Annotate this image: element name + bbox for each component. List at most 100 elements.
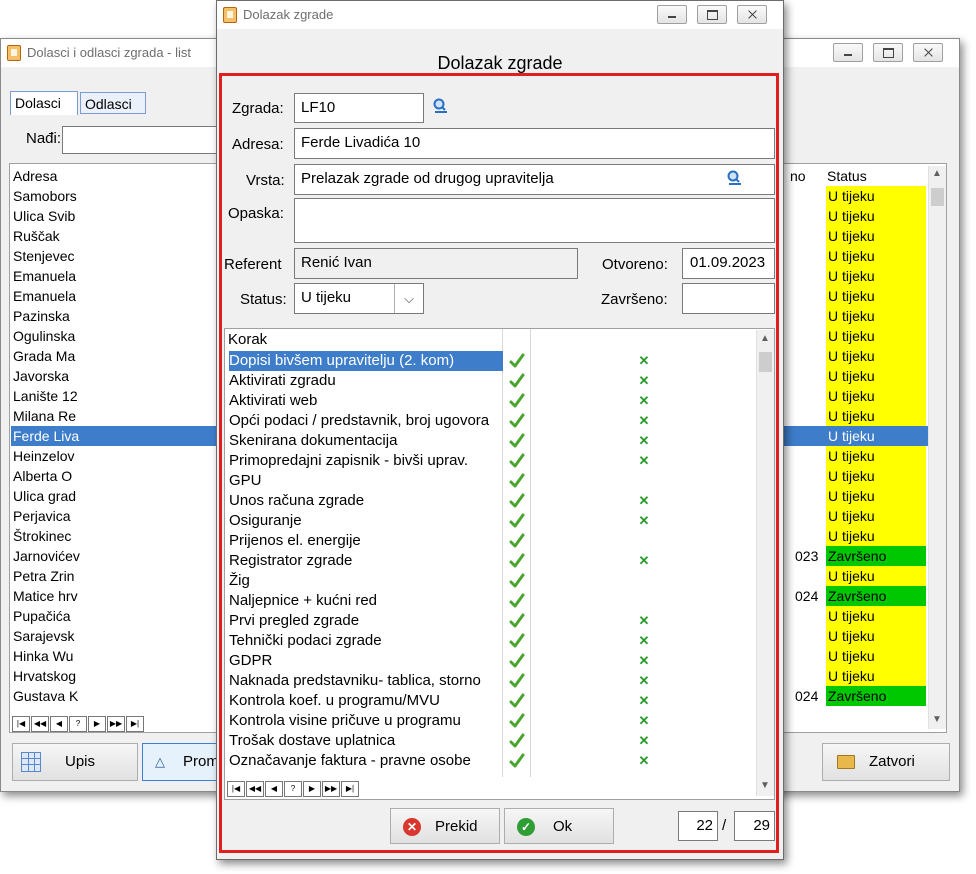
list-item[interactable]: Opći podaci / predstavnik, broj ugovora ✕ <box>226 411 750 431</box>
nav-prev-icon[interactable]: ◀ <box>50 716 68 732</box>
x-mark-icon[interactable]: ✕ <box>637 491 651 511</box>
zavrseno-field[interactable] <box>682 283 775 314</box>
maximize-button[interactable] <box>873 43 903 62</box>
checkmark-icon[interactable] <box>509 753 525 769</box>
list-item[interactable]: Trošak dostave uplatnica ✕ <box>226 731 750 751</box>
nav-find-icon[interactable]: ? <box>69 716 87 732</box>
checkmark-icon[interactable] <box>509 633 525 649</box>
list-item[interactable]: Prijenos el. energije <box>226 531 750 551</box>
grid-nav-next-icon[interactable]: ▶ <box>303 781 321 797</box>
grid-scroll-down-icon[interactable]: ▼ <box>760 780 770 791</box>
checkmark-icon[interactable] <box>509 673 525 689</box>
grid-nav-prev-icon[interactable]: ◀ <box>265 781 283 797</box>
nav-next-page-icon[interactable]: ▶▶ <box>107 716 125 732</box>
checkmark-icon[interactable] <box>509 553 525 569</box>
dialog-close-button[interactable] <box>737 5 767 24</box>
vrsta-search-icon[interactable] <box>726 170 742 186</box>
list-item[interactable]: GDPR ✕ <box>226 651 750 671</box>
nav-next-icon[interactable]: ▶ <box>88 716 106 732</box>
grid-scroll-up-icon[interactable]: ▲ <box>760 333 770 344</box>
grid-scroll-thumb[interactable] <box>759 352 772 372</box>
upis-button[interactable]: Upis <box>12 743 138 781</box>
scroll-thumb[interactable] <box>931 188 944 206</box>
x-mark-icon[interactable]: ✕ <box>637 411 651 431</box>
zatvori-button[interactable]: Zatvori <box>822 743 950 781</box>
column-header-date[interactable]: no <box>790 166 806 186</box>
checkmark-icon[interactable] <box>509 453 525 469</box>
grid-nav-first-icon[interactable]: |◀ <box>227 781 245 797</box>
checkmark-icon[interactable] <box>509 393 525 409</box>
checkmark-icon[interactable] <box>509 653 525 669</box>
x-mark-icon[interactable]: ✕ <box>637 671 651 691</box>
list-item[interactable]: Osiguranje ✕ <box>226 511 750 531</box>
nav-last-icon[interactable]: ▶| <box>126 716 144 732</box>
list-item[interactable]: Naknada predstavniku- tablica, storno ✕ <box>226 671 750 691</box>
status-select[interactable]: U tijeku ⌵ <box>294 283 424 314</box>
x-mark-icon[interactable]: ✕ <box>637 651 651 671</box>
x-mark-icon[interactable]: ✕ <box>637 611 651 631</box>
checkmark-icon[interactable] <box>509 473 525 489</box>
adresa-field[interactable]: Ferde Livadića 10 <box>294 128 775 159</box>
list-item[interactable]: Primopredajni zapisnik - bivši uprav. ✕ <box>226 451 750 471</box>
x-mark-icon[interactable]: ✕ <box>637 751 651 771</box>
x-mark-icon[interactable]: ✕ <box>637 391 651 411</box>
promijeni-button[interactable]: △ Prom <box>142 743 222 781</box>
list-item[interactable]: Registrator zgrade ✕ <box>226 551 750 571</box>
list-item[interactable]: Kontrola visine pričuve u programu ✕ <box>226 711 750 731</box>
close-button[interactable] <box>913 43 943 62</box>
list-item[interactable]: Tehnički podaci zgrade ✕ <box>226 631 750 651</box>
x-mark-icon[interactable]: ✕ <box>637 451 651 471</box>
checkmark-icon[interactable] <box>509 693 525 709</box>
zgrada-field[interactable]: LF10 <box>294 93 424 123</box>
checkmark-icon[interactable] <box>509 413 525 429</box>
tab-dolasci[interactable]: Dolasci <box>10 91 78 115</box>
list-item[interactable]: Naljepnice + kućni red <box>226 591 750 611</box>
x-mark-icon[interactable]: ✕ <box>637 371 651 391</box>
x-mark-icon[interactable]: ✕ <box>637 511 651 531</box>
vrsta-field[interactable]: Prelazak zgrade od drugog upravitelja <box>294 164 775 195</box>
checkmark-icon[interactable] <box>509 533 525 549</box>
chevron-down-icon[interactable]: ⌵ <box>394 284 423 313</box>
list-item[interactable]: Skenirana dokumentacija ✕ <box>226 431 750 451</box>
x-mark-icon[interactable]: ✕ <box>637 551 651 571</box>
list-item[interactable]: Dopisi bivšem upravitelju (2. kom) ✕ <box>226 351 750 371</box>
list-item[interactable]: Unos računa zgrade ✕ <box>226 491 750 511</box>
list-item[interactable]: GPU <box>226 471 750 491</box>
x-mark-icon[interactable]: ✕ <box>637 711 651 731</box>
checkmark-icon[interactable] <box>509 613 525 629</box>
checkmark-icon[interactable] <box>509 733 525 749</box>
list-item[interactable]: Žig <box>226 571 750 591</box>
minimize-button[interactable] <box>833 43 863 62</box>
x-mark-icon[interactable]: ✕ <box>637 631 651 651</box>
list-item[interactable]: Aktivirati web ✕ <box>226 391 750 411</box>
tab-odlasci[interactable]: Odlasci <box>80 92 146 114</box>
x-mark-icon[interactable]: ✕ <box>637 731 651 751</box>
otvoreno-field[interactable]: 01.09.2023 <box>682 248 775 279</box>
list-item[interactable]: Označavanje faktura - pravne osobe ✕ <box>226 751 750 771</box>
grid-nav-find-icon[interactable]: ? <box>284 781 302 797</box>
grid-nav-last-icon[interactable]: ▶| <box>341 781 359 797</box>
prekid-button[interactable]: ✕ Prekid <box>390 808 500 844</box>
dialog-maximize-button[interactable] <box>697 5 727 24</box>
column-header-address[interactable]: Adresa <box>13 166 57 186</box>
checkmark-icon[interactable] <box>509 573 525 589</box>
x-mark-icon[interactable]: ✕ <box>637 351 651 371</box>
steps-grid[interactable]: Korak Dopisi bivšem upravitelju (2. kom)… <box>224 328 775 800</box>
grid-nav-next-page-icon[interactable]: ▶▶ <box>322 781 340 797</box>
zgrada-search-icon[interactable] <box>432 98 448 114</box>
opaska-field[interactable] <box>294 198 775 243</box>
dialog-minimize-button[interactable] <box>657 5 687 24</box>
dialog-titlebar[interactable]: Dolazak zgrade <box>217 1 783 29</box>
x-mark-icon[interactable]: ✕ <box>637 431 651 451</box>
ok-button[interactable]: ✓ Ok <box>504 808 614 844</box>
nav-prev-page-icon[interactable]: ◀◀ <box>31 716 49 732</box>
checkmark-icon[interactable] <box>509 493 525 509</box>
checkmark-icon[interactable] <box>509 593 525 609</box>
nav-first-icon[interactable]: |◀ <box>12 716 30 732</box>
checkmark-icon[interactable] <box>509 353 525 369</box>
x-mark-icon[interactable]: ✕ <box>637 691 651 711</box>
checkmark-icon[interactable] <box>509 433 525 449</box>
checkmark-icon[interactable] <box>509 513 525 529</box>
grid-header-korak[interactable]: Korak <box>228 331 267 348</box>
search-input[interactable] <box>62 126 222 154</box>
